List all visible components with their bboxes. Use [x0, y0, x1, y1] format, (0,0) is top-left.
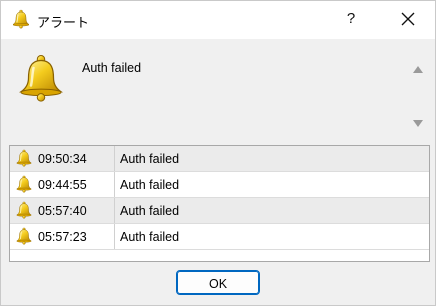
column-divider	[114, 224, 115, 249]
alert-time: 05:57:23	[38, 230, 87, 244]
help-button[interactable]: ?	[337, 5, 365, 33]
bell-icon	[15, 149, 33, 167]
list-item[interactable]: 05:57:23 Auth failed	[10, 224, 429, 250]
scroll-up-arrow-icon[interactable]	[413, 66, 423, 73]
column-divider	[114, 172, 115, 197]
column-divider	[114, 198, 115, 223]
list-item[interactable]: 09:44:55 Auth failed	[10, 172, 429, 198]
close-icon[interactable]	[394, 5, 422, 33]
bell-icon	[15, 201, 33, 219]
alert-dialog: アラート ? Auth failed 09:50:34 Auth failed …	[0, 0, 436, 306]
ok-button[interactable]: OK	[176, 270, 260, 295]
alert-list[interactable]: 09:50:34 Auth failed 09:44:55 Auth faile…	[9, 145, 430, 262]
alert-text: Auth failed	[120, 178, 180, 192]
bell-icon	[15, 227, 33, 245]
window-title: アラート	[37, 15, 90, 30]
alert-message: Auth failed	[82, 61, 142, 75]
alert-text: Auth failed	[120, 230, 180, 244]
list-item[interactable]: 05:57:40 Auth failed	[10, 198, 429, 224]
scroll-down-arrow-icon[interactable]	[413, 120, 423, 127]
alert-time: 09:50:34	[38, 152, 87, 166]
alert-text: Auth failed	[120, 204, 180, 218]
list-item[interactable]: 09:50:34 Auth failed	[10, 146, 429, 172]
alert-time: 09:44:55	[38, 178, 87, 192]
bell-icon	[15, 175, 33, 193]
title-bar: アラート ?	[1, 1, 435, 39]
bell-icon	[11, 9, 31, 29]
bell-icon	[15, 53, 67, 103]
alert-text: Auth failed	[120, 152, 180, 166]
alert-time: 05:57:40	[38, 204, 87, 218]
message-scrollbar[interactable]	[407, 57, 429, 133]
column-divider	[114, 146, 115, 171]
